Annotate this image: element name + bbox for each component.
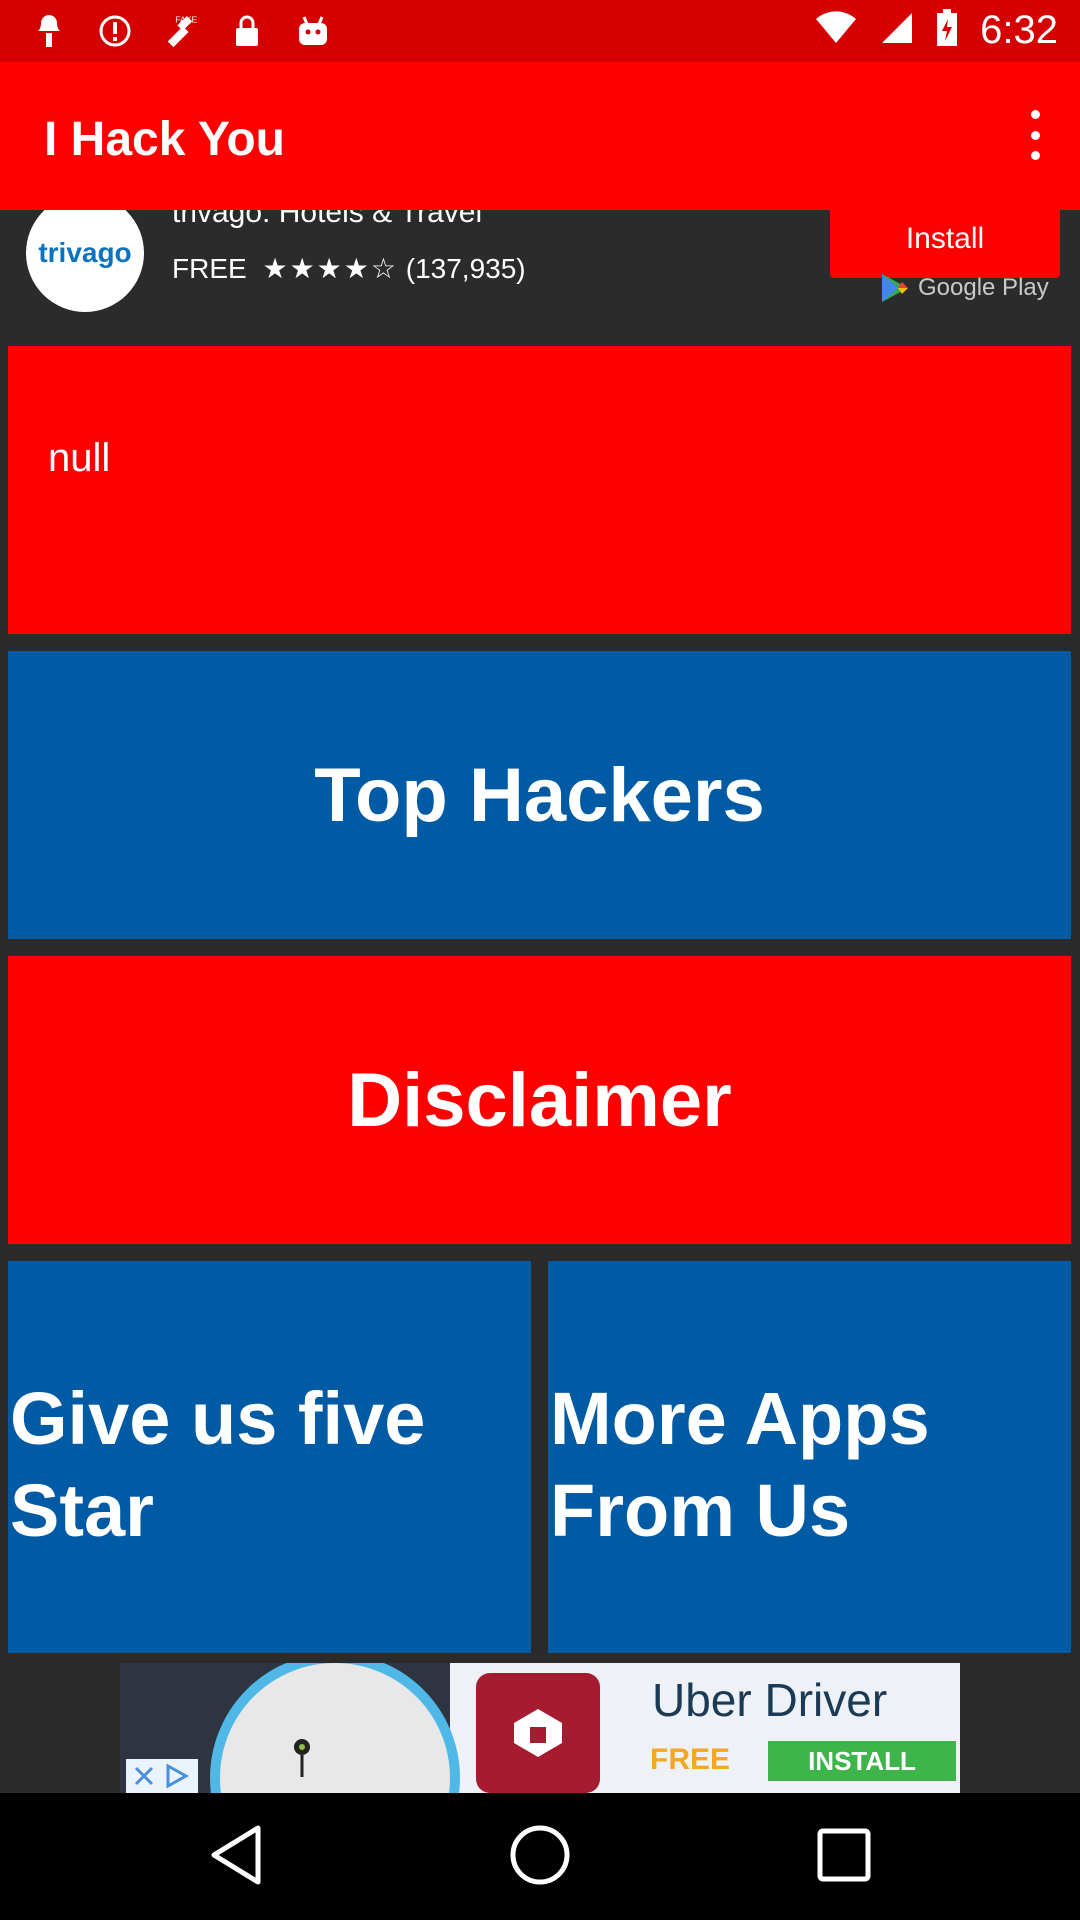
star-rating: ★★★★☆ <box>262 253 398 284</box>
ad-app-name: trivago: Hotels & Travel <box>172 210 483 229</box>
android-icon <box>294 12 332 50</box>
rate-five-star-label: Give us five Star <box>10 1377 426 1552</box>
navigation-bar <box>0 1793 1080 1920</box>
more-apps-button[interactable]: More Apps From Us <box>548 1261 1071 1653</box>
uber-ad-title: Uber Driver <box>652 1674 888 1726</box>
ad-install-button[interactable]: Install <box>830 210 1060 278</box>
trivago-logo: trivago <box>26 210 144 312</box>
null-tile[interactable]: null <box>8 346 1071 634</box>
wifi-icon <box>814 11 858 50</box>
app-title: I Hack You <box>44 113 285 166</box>
rating-count: (137,935) <box>405 253 526 284</box>
ad-rating: FREE ★★★★☆ (137,935) <box>172 252 526 285</box>
uber-banner-ad[interactable]: Uber Driver FREE INSTALL <box>120 1663 960 1793</box>
svg-text:FAKE: FAKE <box>175 14 197 24</box>
rate-five-star-button[interactable]: Give us five Star <box>8 1261 531 1653</box>
more-apps-label: More Apps From Us <box>550 1377 930 1552</box>
clock: 6:32 <box>980 8 1058 52</box>
ad-choices-icon <box>166 1763 190 1789</box>
uber-ad-price: FREE <box>650 1743 731 1776</box>
app-bar: I Hack You <box>0 62 1080 210</box>
disclaimer-label: Disclaimer <box>347 1057 732 1143</box>
uber-install-button[interactable]: INSTALL <box>768 1741 956 1781</box>
google-play-badge: Google Play <box>880 272 1049 304</box>
notification-icon <box>30 12 68 50</box>
trivago-banner-ad[interactable]: trivago trivago: Hotels & Travel FREE ★★… <box>0 210 1080 336</box>
top-hackers-button[interactable]: Top Hackers <box>8 651 1071 939</box>
status-bar: FAKE 6:32 <box>0 0 1080 62</box>
more-vert-icon[interactable] <box>1020 110 1050 160</box>
signal-icon <box>880 11 914 50</box>
uber-app-icon <box>476 1673 600 1793</box>
back-icon[interactable] <box>196 1815 276 1895</box>
fake-gps-icon: FAKE <box>162 12 200 50</box>
lock-icon <box>228 12 266 50</box>
google-play-icon <box>882 274 908 302</box>
home-icon[interactable] <box>500 1815 580 1895</box>
battery-icon <box>936 9 958 52</box>
disclaimer-button[interactable]: Disclaimer <box>8 956 1071 1244</box>
alert-icon <box>96 12 134 50</box>
ad-price: FREE <box>172 253 247 284</box>
null-label: null <box>48 436 111 480</box>
ad-choices[interactable] <box>126 1759 198 1793</box>
close-icon[interactable] <box>132 1764 156 1788</box>
recents-icon[interactable] <box>804 1815 884 1895</box>
top-hackers-label: Top Hackers <box>314 752 765 838</box>
